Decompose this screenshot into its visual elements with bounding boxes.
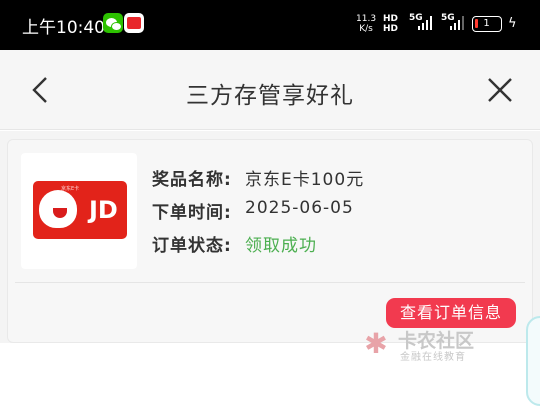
signal-icon-2 xyxy=(450,16,466,30)
navigation-bar: 三方存管享好礼 xyxy=(0,50,540,130)
hd-label-1: HD xyxy=(383,14,399,24)
prize-name-value: 京东E卡100元 xyxy=(245,170,365,190)
bank-app-icon xyxy=(124,13,144,33)
card-divider xyxy=(15,282,525,283)
network-speed-unit: K/s xyxy=(359,24,373,34)
prize-image: 京东E卡 JD xyxy=(21,153,137,269)
battery-icon: 1 xyxy=(472,16,502,32)
prize-name-label: 奖品名称: xyxy=(152,170,232,190)
watermark-subtitle: 金融在线教育 xyxy=(400,352,466,363)
battery-level: 1 xyxy=(483,18,490,29)
charging-icon: ϟ xyxy=(508,16,517,31)
jd-card-image: 京东E卡 JD xyxy=(33,181,127,239)
network-speed: 11.3 K/s xyxy=(356,14,376,34)
network-speed-value: 11.3 xyxy=(356,14,377,24)
view-order-button[interactable]: 查看订单信息 xyxy=(386,298,516,328)
order-time-label: 下单时间: xyxy=(152,203,232,223)
watermark: ✱ 卡农社区 金融在线教育 xyxy=(360,326,490,364)
jd-logo: JD xyxy=(89,196,118,224)
status-bar: 上午10:40 11.3 K/s HD HD 5G 5G 1 ϟ xyxy=(0,0,540,50)
floating-widget[interactable] xyxy=(526,316,540,406)
order-status-value: 领取成功 xyxy=(245,236,317,256)
hd-label-2: HD xyxy=(383,24,399,34)
wechat-icon xyxy=(103,13,123,33)
order-time-value: 2025-06-05 xyxy=(245,198,354,218)
close-icon[interactable] xyxy=(482,72,518,108)
watermark-logo-icon: ✱ xyxy=(364,327,388,360)
order-status-label: 订单状态: xyxy=(152,236,232,256)
page-title: 三方存管享好礼 xyxy=(186,83,354,109)
signal-icon xyxy=(418,16,434,30)
hd-indicator: HD HD xyxy=(383,14,398,34)
jd-mascot-icon xyxy=(39,190,77,228)
status-time: 上午10:40 xyxy=(22,18,105,38)
